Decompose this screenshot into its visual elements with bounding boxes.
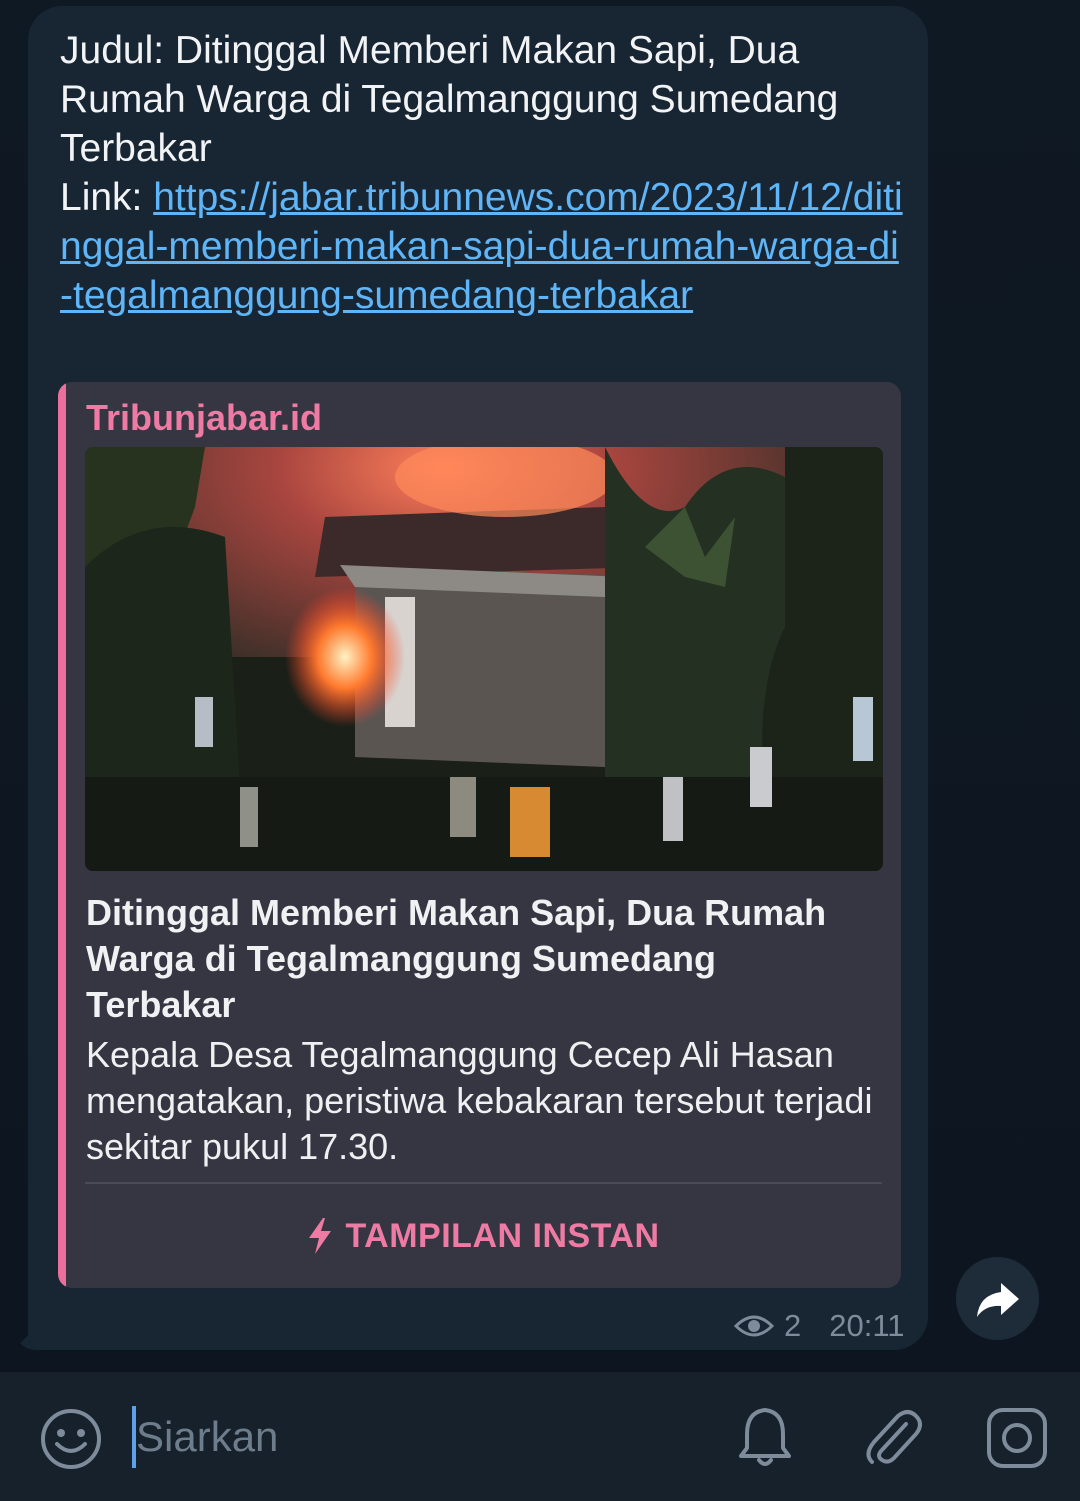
bell-icon[interactable] <box>735 1404 795 1470</box>
camera-icon[interactable] <box>985 1406 1049 1470</box>
input-bar <box>0 1372 1080 1501</box>
eye-icon <box>734 1315 774 1337</box>
message-time: 20:11 <box>829 1308 905 1343</box>
preview-divider <box>85 1182 882 1184</box>
paperclip-icon[interactable] <box>860 1404 926 1470</box>
lightning-icon <box>309 1218 332 1254</box>
broadcast-input[interactable] <box>136 1409 696 1465</box>
fire-photo-illustration <box>85 447 883 871</box>
instant-view-button[interactable]: TAMPILAN INSTAN <box>85 1186 882 1286</box>
view-count: 2 <box>784 1308 802 1343</box>
message-text: Judul: Ditinggal Memberi Makan Sapi, Dua… <box>60 26 910 320</box>
message-meta: 2 20:11 <box>734 1306 905 1346</box>
link-label: Link: <box>60 176 154 219</box>
preview-title: Ditinggal Memberi Makan Sapi, Dua Rumah … <box>86 892 827 1025</box>
preview-image[interactable] <box>85 447 883 871</box>
article-link[interactable]: https://jabar.tribunnews.com/2023/11/12/… <box>60 176 903 317</box>
link-preview[interactable]: Tribunjabar.id Ditinggal Memberi Makan S… <box>58 382 901 1288</box>
message-title-text: Judul: Ditinggal Memberi Makan Sapi, Dua… <box>60 29 839 170</box>
share-button[interactable] <box>956 1257 1039 1340</box>
emoji-icon[interactable] <box>38 1406 104 1472</box>
instant-view-label: TAMPILAN INSTAN <box>345 1216 660 1255</box>
share-icon <box>976 1282 1019 1317</box>
preview-site-name: Tribunjabar.id <box>86 397 323 438</box>
preview-accent-bar <box>58 382 66 1288</box>
preview-description: Kepala Desa Tegalmanggung Cecep Ali Hasa… <box>86 1034 873 1167</box>
